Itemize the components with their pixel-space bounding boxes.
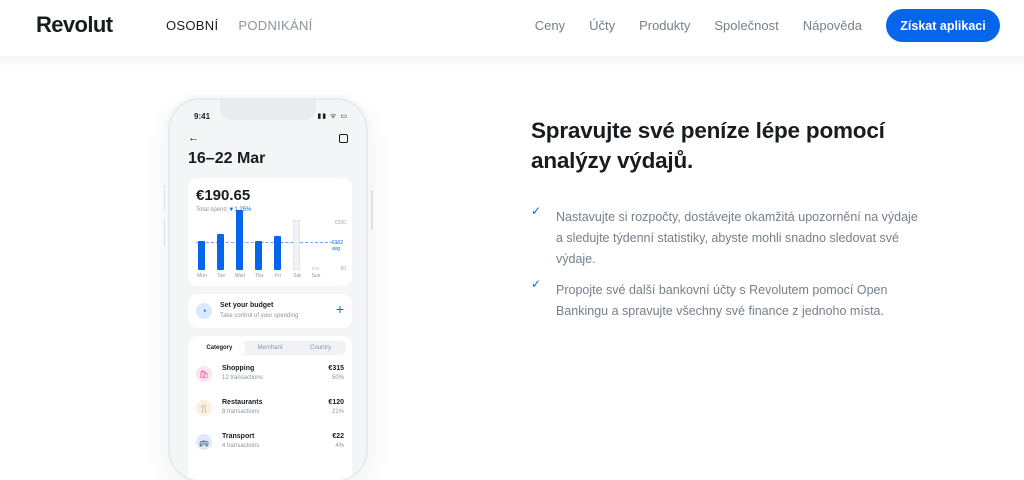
chart-bar	[274, 236, 281, 270]
nav-business-link[interactable]: PODNIKÁNÍ	[238, 18, 312, 33]
calendar-icon[interactable]	[339, 134, 348, 143]
phone-notch	[220, 100, 316, 120]
budget-title: Set your budget	[220, 302, 274, 309]
category-row[interactable]: 🍴 Restaurants 8 transactions €120 21%	[196, 398, 346, 424]
category-icon: 🛍	[196, 366, 212, 382]
chart-day-label: Wed	[234, 273, 246, 279]
chart-bar	[236, 210, 243, 270]
check-icon: ✓	[531, 204, 542, 218]
plus-icon[interactable]: +	[336, 301, 344, 317]
nav-personal-link[interactable]: OSOBNÍ	[166, 18, 218, 33]
spend-card: €190.65 Total spend ▼1.25% €200 €102 avg…	[188, 178, 352, 286]
nav-help-link[interactable]: Nápověda	[803, 18, 862, 33]
check-icon: ✓	[531, 277, 542, 291]
chart-day-label: Mon	[197, 273, 207, 279]
tab-merchant[interactable]: Merchant	[245, 341, 296, 355]
chart-bar	[312, 267, 319, 270]
chart-bar	[255, 241, 262, 270]
status-bar-icons: ▮▮ ᯤ ▭	[317, 113, 348, 120]
category-name: Restaurants	[222, 399, 263, 406]
arrow-left-icon[interactable]: ←	[188, 132, 199, 144]
category-name: Shopping	[222, 365, 255, 372]
category-icon: 🍴	[196, 400, 212, 416]
category-percent: 50%	[331, 375, 344, 381]
top-navigation: Revolut OSOBNÍ PODNIKÁNÍ Ceny Účty Produ…	[0, 0, 1024, 56]
segment-switcher: OSOBNÍ PODNIKÁNÍ	[166, 18, 313, 33]
nav-company-link[interactable]: Společnost	[714, 18, 778, 33]
budget-icon: ◔	[196, 303, 212, 319]
budget-subtitle: Take control of your spending	[220, 313, 299, 319]
category-transactions: 4 transactions	[222, 443, 260, 449]
category-amount: €120	[328, 399, 344, 406]
phone-mockup: 9:41 ▮▮ ᯤ ▭ ← 16–22 Mar €190.65 Total sp…	[170, 100, 366, 480]
tab-country[interactable]: Country	[295, 341, 346, 355]
total-spend-label: Total spend ▼1.25%	[196, 207, 251, 213]
y-axis-min: €0	[340, 266, 346, 272]
category-amount: €315	[328, 365, 344, 372]
total-spend-amount: €190.65	[196, 187, 251, 204]
category-transactions: 8 transactions	[222, 409, 260, 415]
category-row[interactable]: 🛍 Shopping 12 transactions €315 50%	[196, 364, 346, 390]
category-percent: 21%	[331, 409, 344, 415]
main-menu: Ceny Účty Produkty Společnost Nápověda	[535, 18, 862, 33]
status-time: 9:41	[194, 112, 211, 121]
chart-bar	[293, 220, 300, 270]
category-breakdown-card: Category Merchant Country 🛍 Shopping 12 tr…	[188, 336, 352, 480]
nav-divider	[0, 56, 1024, 68]
chart-bar	[217, 234, 224, 270]
date-range-title: 16–22 Mar	[188, 150, 266, 167]
chart-day-label: Tue	[216, 273, 226, 279]
y-axis-max: €200	[334, 220, 346, 226]
category-icon: 🚌	[196, 434, 212, 450]
chart-bar	[198, 241, 205, 270]
category-amount: €22	[332, 433, 344, 440]
nav-products-link[interactable]: Produkty	[639, 18, 690, 33]
category-name: Transport	[222, 433, 255, 440]
chart-day-label: Thu	[254, 273, 264, 279]
tab-category[interactable]: Category	[194, 341, 245, 355]
get-app-button[interactable]: Získat aplikaci	[886, 9, 1000, 42]
phone-power-button	[370, 190, 373, 230]
category-row[interactable]: 🚌 Transport 4 transactions €22 4%	[196, 432, 346, 458]
feature-bullet-text: Nastavujte si rozpočty, dostávejte okamž…	[556, 210, 918, 266]
phone-volume-button	[164, 185, 167, 211]
chart-day-label: Sun	[311, 273, 321, 279]
feature-bullet-text: Propojte své další bankovní účty s Revol…	[556, 283, 888, 318]
chart-day-label: Sat	[293, 273, 301, 279]
total-spend-text: Total spend	[196, 207, 227, 213]
nav-pricing-link[interactable]: Ceny	[535, 18, 565, 33]
nav-accounts-link[interactable]: Účty	[589, 18, 615, 33]
category-transactions: 12 transactions	[222, 375, 263, 381]
chart-day-label: Fri	[275, 273, 281, 279]
section-headline: Spravujte své peníze lépe pomocí analýzy…	[531, 118, 885, 173]
revolut-logo[interactable]: Revolut	[36, 12, 113, 38]
breakdown-tabs: Category Merchant Country	[194, 341, 346, 355]
category-percent: 4%	[335, 443, 344, 449]
phone-volume-button	[164, 220, 167, 246]
set-budget-card[interactable]: ◔ Set your budget Take control of your s…	[188, 294, 352, 328]
